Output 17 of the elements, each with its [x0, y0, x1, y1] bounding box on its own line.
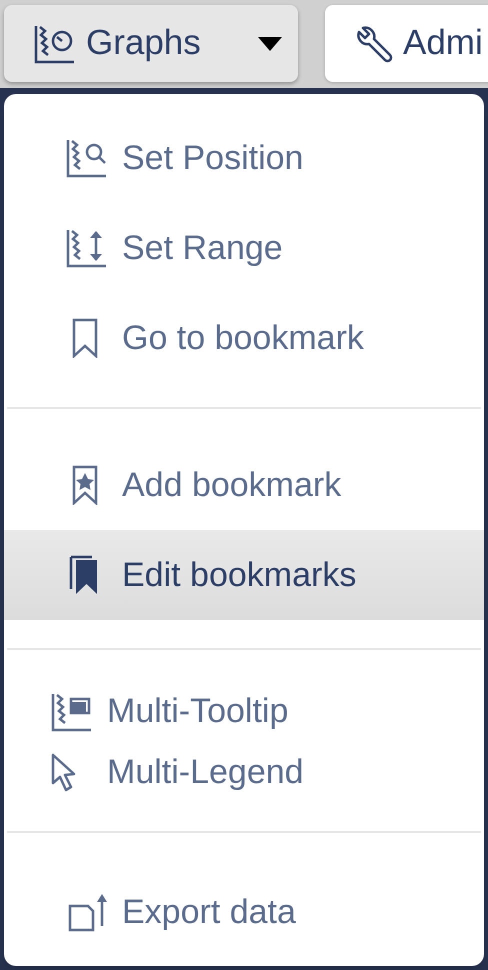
menu-item[interactable]: Set Position — [4, 113, 484, 203]
graphs-dropdown-button[interactable]: Graphs — [4, 5, 298, 82]
toolbar-button[interactable]: Admi — [325, 5, 488, 82]
export-icon — [66, 892, 108, 932]
menu-item[interactable]: Go to bookmark — [4, 293, 484, 383]
menu-item[interactable]: Multi-Legend — [4, 742, 484, 803]
menu-item[interactable]: Export data — [4, 867, 484, 957]
menu-item[interactable]: Multi-Tooltip — [4, 681, 484, 742]
chart-arrows-icon — [66, 228, 108, 268]
cursor-icon — [51, 752, 76, 792]
menu-item[interactable]: Edit bookmarks — [4, 530, 484, 620]
chart-gauge-icon — [34, 24, 76, 64]
chart-tooltip-icon — [51, 692, 93, 732]
menu-item[interactable]: Set Range — [4, 203, 484, 293]
menu-item[interactable]: Add bookmark — [4, 440, 484, 530]
caret-icon — [258, 36, 282, 50]
chart-magnifier-icon — [66, 138, 108, 178]
